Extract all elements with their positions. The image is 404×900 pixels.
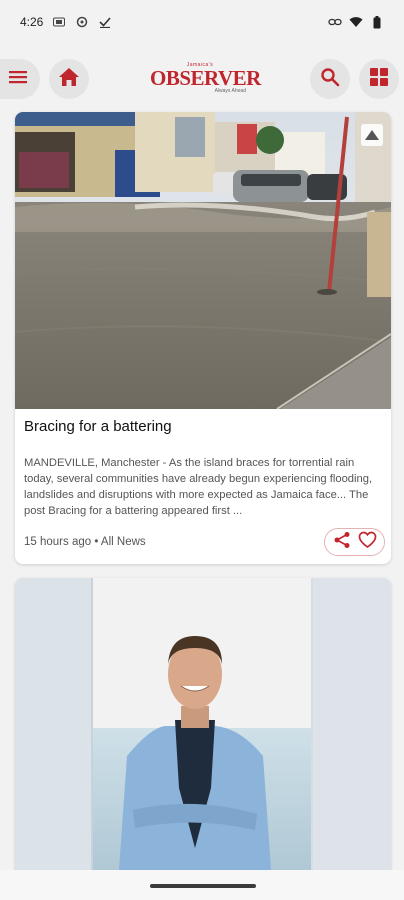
home-button[interactable] [49, 59, 89, 99]
share-icon[interactable] [333, 531, 351, 554]
sections-grid-button[interactable] [359, 59, 399, 99]
gesture-handle[interactable] [150, 884, 256, 888]
observer-logo[interactable]: Jamaica's OBSERVER Always Ahead [150, 62, 261, 96]
check-icon [98, 15, 112, 29]
article-actions [324, 528, 385, 556]
article-card[interactable]: Bracing for a battering MANDEVILLE, Manc… [15, 112, 391, 564]
menu-button[interactable] [0, 59, 40, 99]
heart-icon[interactable] [358, 531, 377, 554]
app-bar: Jamaica's OBSERVER Always Ahead [0, 50, 404, 106]
article-meta: 15 hours ago • All News [24, 536, 146, 548]
home-icon [58, 67, 80, 92]
search-button[interactable] [310, 59, 350, 99]
wifi-icon [349, 15, 363, 29]
link-icon [328, 15, 342, 29]
hamburger-icon [8, 69, 28, 90]
status-bar: 4:26 [0, 0, 404, 44]
status-time: 4:26 [20, 15, 44, 29]
search-icon [320, 67, 340, 92]
article-headline[interactable]: Bracing for a battering [24, 418, 172, 435]
article-image[interactable] [15, 578, 391, 898]
logo-main-text: OBSERVER [150, 66, 261, 90]
grid-icon [369, 67, 389, 92]
battery-icon [370, 15, 384, 29]
sim-icon [52, 15, 66, 29]
article-excerpt: MANDEVILLE, Manchester - As the island b… [24, 457, 373, 517]
article-image[interactable] [15, 112, 391, 409]
settings-icon [75, 15, 89, 29]
article-card[interactable] [15, 578, 391, 898]
